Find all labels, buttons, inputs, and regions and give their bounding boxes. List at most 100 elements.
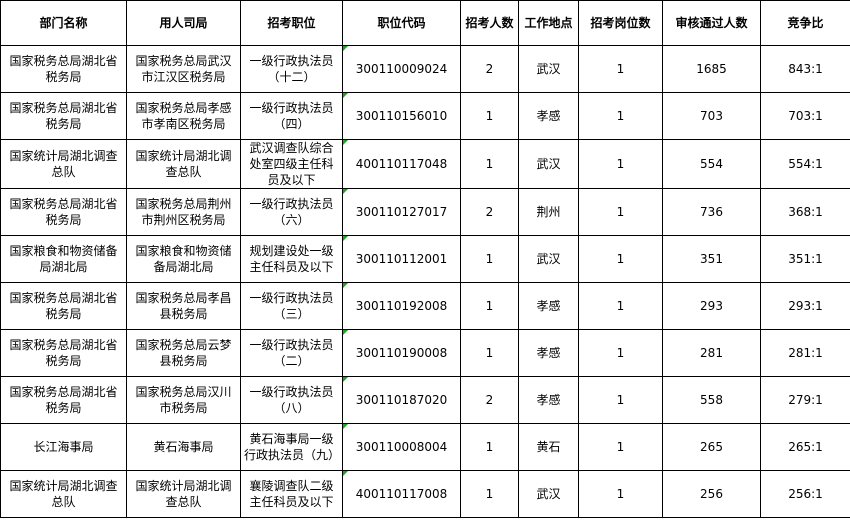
cell-recruit-count: 1 xyxy=(460,423,519,471)
cell-position: 一级行政执法员（二） xyxy=(240,329,343,377)
cell-competition-ratio: 256:1 xyxy=(760,470,850,518)
cell-post-count: 1 xyxy=(578,92,663,140)
cell-dept-name: 国家税务总局湖北省税务局 xyxy=(0,282,127,330)
cell-position: 一级行政执法员（十二） xyxy=(240,45,343,93)
cell-dept-name: 国家税务总局湖北省税务局 xyxy=(0,376,127,424)
table-row: 国家统计局湖北调查总队 国家统计局湖北调查总队 襄陵调查队二级主任科员及以下 4… xyxy=(0,470,850,518)
header-position: 招考职位 xyxy=(240,0,343,46)
cell-dept-name: 国家税务总局湖北省税务局 xyxy=(0,329,127,377)
cell-dept-name: 长江海事局 xyxy=(0,423,127,471)
cell-competition-ratio: 554:1 xyxy=(760,139,850,189)
cell-position: 一级行政执法员（三） xyxy=(240,282,343,330)
header-competition-ratio: 竞争比 xyxy=(760,0,850,46)
cell-post-count: 1 xyxy=(578,235,663,283)
header-hiring-bureau: 用人司局 xyxy=(126,0,241,46)
cell-position: 武汉调查队综合处室四级主任科员及以下 xyxy=(240,139,343,189)
cell-recruit-count: 2 xyxy=(460,188,519,236)
cell-position-code: 400110117008 xyxy=(342,470,461,518)
exam-positions-table: 部门名称 用人司局 招考职位 职位代码 招考人数 工作地点 招考岗位数 审核通过… xyxy=(0,0,850,518)
cell-position-code: 300110008004 xyxy=(342,423,461,471)
table-row: 国家税务总局湖北省税务局 国家税务总局云梦县税务局 一级行政执法员（二） 300… xyxy=(0,329,850,377)
header-work-location: 工作地点 xyxy=(518,0,579,46)
cell-competition-ratio: 351:1 xyxy=(760,235,850,283)
table-row: 国家税务总局湖北省税务局 国家税务总局孝感市孝南区税务局 一级行政执法员（四） … xyxy=(0,92,850,140)
cell-hiring-bureau: 国家税务总局孝感市孝南区税务局 xyxy=(126,92,241,140)
cell-approved-count: 1685 xyxy=(662,45,761,93)
cell-position-code: 300110009024 xyxy=(342,45,461,93)
cell-post-count: 1 xyxy=(578,139,663,189)
header-position-code: 职位代码 xyxy=(342,0,461,46)
table-row: 国家统计局湖北调查总队 国家统计局湖北调查总队 武汉调查队综合处室四级主任科员及… xyxy=(0,139,850,189)
header-approved-count: 审核通过人数 xyxy=(662,0,761,46)
cell-hiring-bureau: 黄石海事局 xyxy=(126,423,241,471)
cell-work-location: 荆州 xyxy=(518,188,579,236)
cell-recruit-count: 2 xyxy=(460,45,519,93)
cell-competition-ratio: 265:1 xyxy=(760,423,850,471)
cell-hiring-bureau: 国家税务总局云梦县税务局 xyxy=(126,329,241,377)
cell-post-count: 1 xyxy=(578,282,663,330)
cell-work-location: 孝感 xyxy=(518,329,579,377)
cell-competition-ratio: 281:1 xyxy=(760,329,850,377)
cell-competition-ratio: 293:1 xyxy=(760,282,850,330)
cell-hiring-bureau: 国家税务总局武汉市江汉区税务局 xyxy=(126,45,241,93)
cell-recruit-count: 1 xyxy=(460,139,519,189)
cell-position: 黄石海事局一级行政执法员（九） xyxy=(240,423,343,471)
cell-hiring-bureau: 国家统计局湖北调查总队 xyxy=(126,470,241,518)
cell-position-code: 400110117048 xyxy=(342,139,461,189)
cell-position-code: 300110187020 xyxy=(342,376,461,424)
table-row: 国家税务总局湖北省税务局 国家税务总局荆州市荆州区税务局 一级行政执法员（六） … xyxy=(0,188,850,236)
cell-approved-count: 293 xyxy=(662,282,761,330)
cell-post-count: 1 xyxy=(578,188,663,236)
cell-work-location: 武汉 xyxy=(518,235,579,283)
cell-recruit-count: 1 xyxy=(460,470,519,518)
table-row: 长江海事局 黄石海事局 黄石海事局一级行政执法员（九） 300110008004… xyxy=(0,423,850,471)
cell-approved-count: 736 xyxy=(662,188,761,236)
cell-dept-name: 国家税务总局湖北省税务局 xyxy=(0,45,127,93)
header-dept-name: 部门名称 xyxy=(0,0,127,46)
cell-hiring-bureau: 国家统计局湖北调查总队 xyxy=(126,139,241,189)
cell-approved-count: 265 xyxy=(662,423,761,471)
header-row: 部门名称 用人司局 招考职位 职位代码 招考人数 工作地点 招考岗位数 审核通过… xyxy=(0,0,850,46)
table-row: 国家税务总局湖北省税务局 国家税务总局汉川市税务局 一级行政执法员（八） 300… xyxy=(0,376,850,424)
table-row: 国家税务总局湖北省税务局 国家税务总局武汉市江汉区税务局 一级行政执法员（十二）… xyxy=(0,45,850,93)
cell-hiring-bureau: 国家税务总局孝昌县税务局 xyxy=(126,282,241,330)
cell-work-location: 孝感 xyxy=(518,376,579,424)
cell-recruit-count: 1 xyxy=(460,235,519,283)
cell-approved-count: 281 xyxy=(662,329,761,377)
cell-work-location: 黄石 xyxy=(518,423,579,471)
cell-work-location: 武汉 xyxy=(518,470,579,518)
cell-work-location: 武汉 xyxy=(518,139,579,189)
header-recruit-count: 招考人数 xyxy=(460,0,519,46)
cell-recruit-count: 1 xyxy=(460,329,519,377)
cell-hiring-bureau: 国家粮食和物资储备局湖北局 xyxy=(126,235,241,283)
cell-dept-name: 国家税务总局湖北省税务局 xyxy=(0,92,127,140)
cell-competition-ratio: 368:1 xyxy=(760,188,850,236)
cell-approved-count: 256 xyxy=(662,470,761,518)
cell-competition-ratio: 279:1 xyxy=(760,376,850,424)
cell-approved-count: 351 xyxy=(662,235,761,283)
cell-hiring-bureau: 国家税务总局荆州市荆州区税务局 xyxy=(126,188,241,236)
cell-hiring-bureau: 国家税务总局汉川市税务局 xyxy=(126,376,241,424)
cell-position: 规划建设处一级主任科员及以下 xyxy=(240,235,343,283)
spreadsheet: 部门名称 用人司局 招考职位 职位代码 招考人数 工作地点 招考岗位数 审核通过… xyxy=(0,0,850,526)
cell-dept-name: 国家税务总局湖北省税务局 xyxy=(0,188,127,236)
cell-post-count: 1 xyxy=(578,45,663,93)
cell-position: 一级行政执法员（八） xyxy=(240,376,343,424)
cell-position-code: 300110156010 xyxy=(342,92,461,140)
cell-position-code: 300110190008 xyxy=(342,329,461,377)
table-row: 国家粮食和物资储备局湖北局 国家粮食和物资储备局湖北局 规划建设处一级主任科员及… xyxy=(0,235,850,283)
cell-post-count: 1 xyxy=(578,470,663,518)
header-post-count: 招考岗位数 xyxy=(578,0,663,46)
cell-dept-name: 国家统计局湖北调查总队 xyxy=(0,470,127,518)
cell-post-count: 1 xyxy=(578,329,663,377)
cell-post-count: 1 xyxy=(578,423,663,471)
cell-approved-count: 554 xyxy=(662,139,761,189)
cell-work-location: 孝感 xyxy=(518,282,579,330)
cell-position: 襄陵调查队二级主任科员及以下 xyxy=(240,470,343,518)
cell-work-location: 武汉 xyxy=(518,45,579,93)
cell-recruit-count: 2 xyxy=(460,376,519,424)
cell-position-code: 300110127017 xyxy=(342,188,461,236)
cell-dept-name: 国家粮食和物资储备局湖北局 xyxy=(0,235,127,283)
cell-recruit-count: 1 xyxy=(460,92,519,140)
cell-position-code: 300110112001 xyxy=(342,235,461,283)
